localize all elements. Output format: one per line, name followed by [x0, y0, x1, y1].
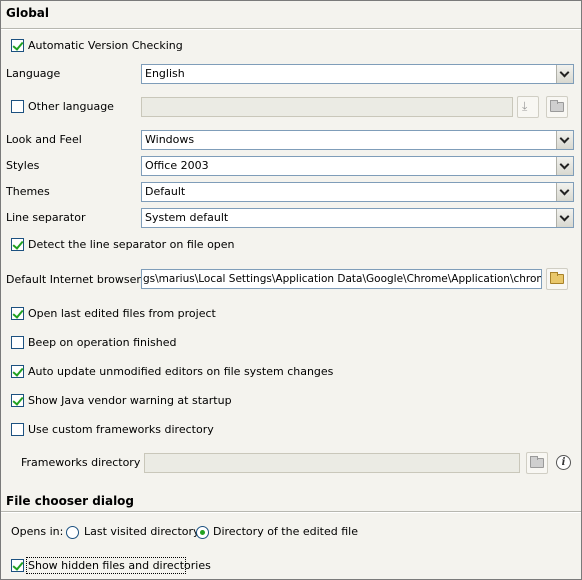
other-language-browse-button[interactable] — [546, 96, 568, 118]
auto-update-editors-checkbox[interactable] — [11, 365, 24, 378]
custom-frameworks-checkbox[interactable] — [11, 423, 24, 436]
default-browser-field[interactable]: gs\marius\Local Settings\Application Dat… — [141, 269, 542, 289]
auto-version-checking-checkbox[interactable] — [11, 39, 24, 52]
last-visited-label[interactable]: Last visited directory — [84, 525, 200, 539]
download-icon: ⤓ — [522, 99, 528, 113]
styles-select[interactable]: Office 2003 — [141, 156, 574, 176]
frameworks-directory-label: Frameworks directory — [21, 456, 141, 469]
section-title-file-chooser: File chooser dialog — [6, 494, 135, 508]
opens-in-label: Opens in: — [11, 525, 64, 538]
java-vendor-warning-checkbox[interactable] — [11, 394, 24, 407]
download-button[interactable]: ⤓ — [517, 96, 539, 118]
other-language-field[interactable] — [141, 97, 513, 117]
themes-select[interactable]: Default — [141, 182, 574, 202]
other-language-checkbox[interactable] — [11, 100, 24, 113]
edited-file-dir-radio[interactable] — [196, 526, 209, 539]
open-last-edited-checkbox[interactable] — [11, 307, 24, 320]
show-hidden-label[interactable]: Show hidden files and directories — [28, 559, 211, 573]
themes-label: Themes — [6, 185, 50, 198]
look-and-feel-label: Look and Feel — [6, 133, 82, 146]
frameworks-browse-button[interactable] — [526, 452, 548, 474]
look-and-feel-select[interactable]: Windows — [141, 130, 574, 150]
info-icon[interactable]: i — [556, 455, 571, 470]
language-select[interactable]: English — [141, 64, 574, 84]
folder-icon — [550, 272, 564, 284]
section-title-global: Global — [6, 6, 50, 20]
auto-update-editors-label[interactable]: Auto update unmodified editors on file s… — [28, 365, 333, 379]
edited-file-dir-label[interactable]: Directory of the edited file — [213, 525, 358, 539]
open-last-edited-label[interactable]: Open last edited files from project — [28, 307, 216, 321]
auto-version-checking-label[interactable]: Automatic Version Checking — [28, 39, 183, 53]
chevron-down-icon[interactable] — [556, 65, 573, 83]
detect-line-separator-label[interactable]: Detect the line separator on file open — [28, 238, 235, 252]
section-divider-highlight — [1, 29, 581, 30]
language-value: English — [145, 67, 185, 80]
section-divider-highlight — [1, 512, 581, 513]
beep-on-finish-checkbox[interactable] — [11, 336, 24, 349]
folder-icon — [550, 100, 564, 112]
chevron-down-icon[interactable] — [556, 183, 573, 201]
last-visited-radio[interactable] — [66, 526, 79, 539]
line-separator-label: Line separator — [6, 211, 86, 224]
frameworks-directory-field[interactable] — [144, 453, 520, 473]
line-separator-select[interactable]: System default — [141, 208, 574, 228]
detect-line-separator-checkbox[interactable] — [11, 238, 24, 251]
default-browser-label: Default Internet browser — [6, 273, 141, 286]
java-vendor-warning-label[interactable]: Show Java vendor warning at startup — [28, 394, 232, 408]
styles-label: Styles — [6, 159, 40, 172]
custom-frameworks-label[interactable]: Use custom frameworks directory — [28, 423, 214, 437]
beep-on-finish-label[interactable]: Beep on operation finished — [28, 336, 176, 350]
chevron-down-icon[interactable] — [556, 209, 573, 227]
show-hidden-checkbox[interactable] — [11, 559, 24, 572]
chevron-down-icon[interactable] — [556, 131, 573, 149]
chevron-down-icon[interactable] — [556, 157, 573, 175]
folder-icon — [530, 456, 544, 468]
preferences-panel: Global Automatic Version Checking Langua… — [0, 0, 582, 580]
language-label: Language — [6, 67, 61, 80]
other-language-label[interactable]: Other language — [28, 100, 114, 114]
browser-browse-button[interactable] — [546, 268, 568, 290]
